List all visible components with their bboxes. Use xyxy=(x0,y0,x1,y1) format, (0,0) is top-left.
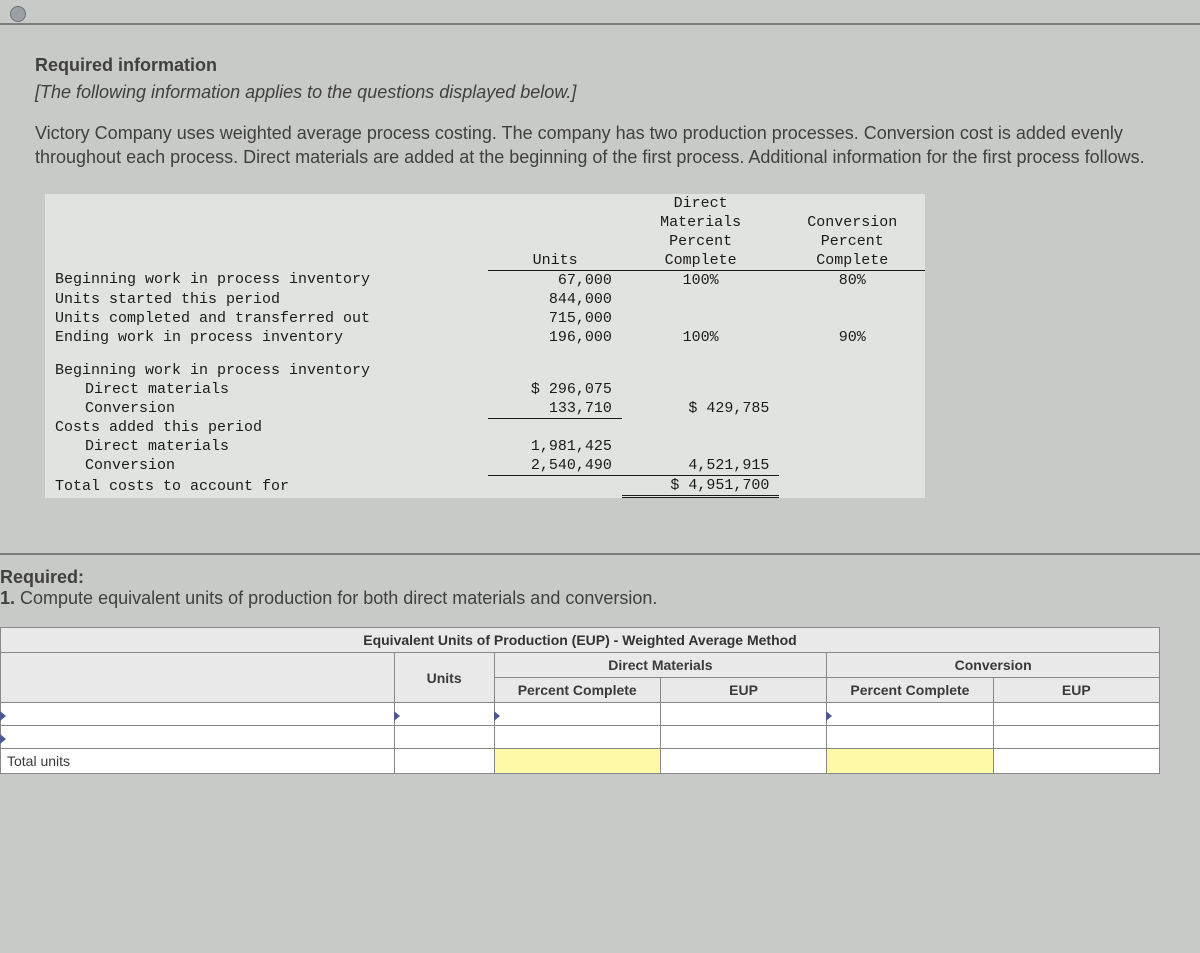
cell-value: 80% xyxy=(779,270,925,290)
cell-value: 4,521,915 xyxy=(622,456,779,476)
dropdown-icon xyxy=(0,711,6,721)
required-label: Required: xyxy=(0,567,84,587)
given-data-table: Direct Materials Conversion Percent Perc… xyxy=(45,194,925,499)
col-header: Units xyxy=(488,251,622,271)
col-header: Conversion xyxy=(779,213,925,232)
data-panel: Direct Materials Conversion Percent Perc… xyxy=(45,194,925,499)
row-label-input[interactable] xyxy=(1,726,394,748)
cv-percent-input[interactable] xyxy=(827,726,992,748)
col-header: Complete xyxy=(622,251,779,271)
pc-header: Percent Complete xyxy=(827,678,993,703)
col-header: Percent xyxy=(779,232,925,251)
cell-value: 844,000 xyxy=(488,290,622,309)
cv-percent-input[interactable] xyxy=(827,703,992,725)
cell-value: 196,000 xyxy=(488,328,622,347)
cell-value: 1,981,425 xyxy=(488,437,622,456)
row-label-input[interactable] xyxy=(1,703,394,725)
row-label: Costs added this period xyxy=(45,418,488,437)
cv-eup-input[interactable] xyxy=(994,726,1159,748)
eup-header: EUP xyxy=(993,678,1159,703)
cv-eup-input[interactable] xyxy=(994,703,1159,725)
dm-eup-input[interactable] xyxy=(661,703,826,725)
row-label: Beginning work in process inventory xyxy=(45,361,488,380)
context-note: [The following information applies to th… xyxy=(35,82,1165,103)
row-label: Conversion xyxy=(45,456,488,476)
dropdown-icon xyxy=(494,711,500,721)
problem-body-text: Victory Company uses weighted average pr… xyxy=(35,121,1165,170)
total-dm-eup-input[interactable] xyxy=(661,750,826,772)
dropdown-icon xyxy=(0,734,6,744)
disabled-cell xyxy=(494,749,660,774)
required-info-heading: Required information xyxy=(35,55,1165,76)
units-header: Units xyxy=(394,653,494,703)
horizontal-divider xyxy=(0,553,1200,555)
cell-value: 100% xyxy=(622,328,779,347)
pc-header: Percent Complete xyxy=(494,678,660,703)
row-label: Direct materials xyxy=(45,437,488,456)
table-title: Equivalent Units of Production (EUP) - W… xyxy=(1,628,1160,653)
row-label: Units started this period xyxy=(45,290,488,309)
cell-value: 133,710 xyxy=(488,399,622,419)
dropdown-icon xyxy=(394,711,400,721)
row-label: Conversion xyxy=(45,399,488,419)
cell-value: 100% xyxy=(622,270,779,290)
question-number: 1. xyxy=(0,588,15,608)
dropdown-icon xyxy=(826,711,832,721)
dm-eup-input[interactable] xyxy=(661,726,826,748)
total-units-input[interactable] xyxy=(395,750,494,772)
col-header: Materials xyxy=(622,213,779,232)
disabled-cell xyxy=(827,749,993,774)
dm-header: Direct Materials xyxy=(494,653,827,678)
row-label: Direct materials xyxy=(45,380,488,399)
question-text: Compute equivalent units of production f… xyxy=(20,588,657,608)
cell-value: 715,000 xyxy=(488,309,622,328)
col-header: Direct xyxy=(622,194,779,213)
total-units-label: Total units xyxy=(1,749,395,774)
col-header: Percent xyxy=(622,232,779,251)
cell-value: $ 296,075 xyxy=(488,380,622,399)
units-input[interactable] xyxy=(395,703,494,725)
cell-value: 90% xyxy=(779,328,925,347)
conv-header: Conversion xyxy=(827,653,1160,678)
cell-value: $ 4,951,700 xyxy=(622,476,779,497)
cell-value: $ 429,785 xyxy=(622,399,779,419)
units-input[interactable] xyxy=(395,726,494,748)
col-header: Complete xyxy=(779,251,925,271)
cell-value: 67,000 xyxy=(488,270,622,290)
cell-value: 2,540,490 xyxy=(488,456,622,476)
row-label: Units completed and transferred out xyxy=(45,309,488,328)
eup-header: EUP xyxy=(660,678,826,703)
section-collapse-bar[interactable] xyxy=(0,0,1200,25)
blank-header xyxy=(1,653,395,703)
row-label: Total costs to account for xyxy=(45,476,488,497)
total-cv-eup-input[interactable] xyxy=(994,750,1159,772)
row-label: Beginning work in process inventory xyxy=(45,270,488,290)
dm-percent-input[interactable] xyxy=(495,726,660,748)
dm-percent-input[interactable] xyxy=(495,703,660,725)
row-label: Ending work in process inventory xyxy=(45,328,488,347)
eup-answer-table: Equivalent Units of Production (EUP) - W… xyxy=(0,627,1160,774)
